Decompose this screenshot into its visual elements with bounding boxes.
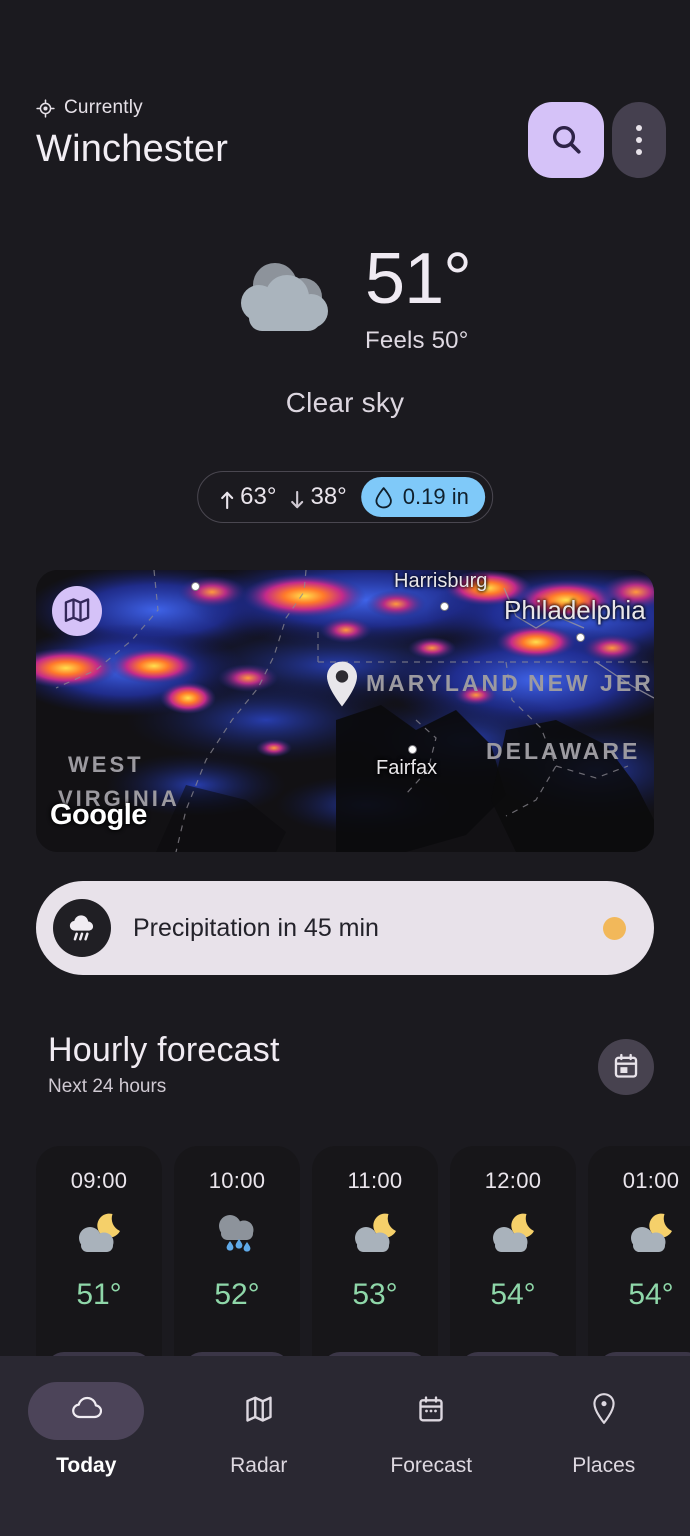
map-attribution: Google	[50, 799, 147, 831]
overflow-menu-button[interactable]	[612, 102, 666, 178]
nav-item-places[interactable]: Places	[518, 1382, 690, 1478]
map-city-dot	[576, 633, 585, 642]
rain-cloud-icon	[206, 1210, 268, 1258]
low-temperature: 38°	[290, 483, 347, 511]
precipitation-chip[interactable]: 0.19 in	[360, 477, 485, 517]
feels-like-temperature: Feels 50°	[365, 327, 469, 354]
hourly-card[interactable]: 01:00 54°	[588, 1146, 690, 1386]
precipitation-amount: 0.19 in	[402, 484, 469, 509]
search-icon	[549, 122, 583, 159]
location-pin-icon	[591, 1392, 617, 1431]
nav-item-radar[interactable]: Radar	[173, 1382, 346, 1478]
hourly-temperature: 52°	[214, 1278, 260, 1311]
hourly-card[interactable]: 11:00 53°	[312, 1146, 438, 1386]
hourly-time: 11:00	[347, 1168, 403, 1193]
calendar-button[interactable]	[598, 1039, 654, 1095]
precipitation-alert-banner[interactable]: Precipitation in 45 min	[36, 881, 654, 975]
current-temp-row: 51° Feels 50°	[0, 243, 690, 355]
map-city-dot	[440, 602, 449, 611]
search-button[interactable]	[528, 102, 604, 178]
map-label-delaware: DELAWARE	[486, 738, 641, 764]
nav-pill-today	[28, 1382, 145, 1440]
nav-item-forecast[interactable]: Forecast	[345, 1382, 518, 1478]
hourly-temperature: 54°	[490, 1278, 536, 1311]
bottom-navigation: Today Radar Forecast Places	[0, 1356, 690, 1536]
map-city-fairfax: Fairfax	[376, 757, 438, 779]
hourly-card[interactable]: 09:00 51°	[36, 1146, 162, 1386]
radar-map-card[interactable]: WEST VIRGINIA MARYLAND NEW JERS DELAWARE…	[36, 570, 654, 852]
app-header: Currently Winchester	[36, 96, 666, 196]
nav-pill-forecast	[373, 1382, 489, 1440]
hourly-time: 12:00	[484, 1168, 542, 1193]
header-actions	[528, 102, 666, 178]
calendar-icon	[416, 1394, 446, 1429]
location-pin-icon	[325, 660, 359, 713]
hourly-forecast-header: Hourly forecast Next 24 hours	[48, 1031, 654, 1123]
map-layers-icon	[63, 596, 91, 627]
hourly-temperature: 54°	[628, 1278, 674, 1311]
nav-label-places: Places	[572, 1454, 636, 1477]
current-status-label: Currently	[64, 97, 143, 118]
weather-app-screen: Currently Winchester 51° Feels 50° Clear…	[0, 0, 690, 1536]
map-city-dot	[191, 582, 200, 591]
hourly-card[interactable]: 10:00 52°	[174, 1146, 300, 1386]
moon-cloud-icon	[344, 1210, 406, 1258]
high-temperature-value: 63°	[240, 483, 277, 510]
map-icon	[244, 1394, 274, 1429]
nav-item-today[interactable]: Today	[0, 1382, 173, 1478]
current-conditions: 51° Feels 50° Clear sky	[0, 243, 690, 419]
cloud-icon	[70, 1393, 103, 1430]
calendar-icon	[612, 1052, 640, 1083]
hourly-temperature: 51°	[76, 1278, 122, 1311]
hourly-forecast-subtitle: Next 24 hours	[48, 1076, 167, 1097]
precipitation-status-indicator	[603, 916, 626, 940]
nav-label-today: Today	[56, 1454, 117, 1477]
hourly-time: 10:00	[208, 1168, 266, 1193]
cloud-icon	[219, 251, 349, 347]
hourly-time: 09:00	[70, 1168, 128, 1193]
nav-label-radar: Radar	[230, 1454, 288, 1477]
moon-cloud-icon	[482, 1210, 544, 1258]
high-low-precip-pill: 63° 38° 0.19 in	[197, 471, 493, 523]
high-temperature: 63°	[220, 483, 276, 511]
hourly-card[interactable]: 12:00 54°	[450, 1146, 576, 1386]
moon-cloud-icon	[620, 1210, 682, 1258]
more-vertical-icon	[636, 125, 642, 131]
map-layers-button[interactable]	[52, 586, 102, 636]
map-label-new-jersey: NEW JERS	[528, 670, 654, 696]
arrow-down-icon	[290, 488, 304, 509]
hourly-forecast-list[interactable]: 09:00 51° 10:00 52° 11:00 53° 12:00 54° …	[36, 1146, 690, 1386]
hourly-temperature: 53°	[352, 1278, 398, 1311]
temperature-block: 51° Feels 50°	[365, 239, 472, 355]
hourly-time: 01:00	[622, 1168, 680, 1193]
more-vertical-icon-dot	[636, 137, 642, 143]
my-location-icon	[36, 98, 55, 118]
moon-cloud-icon	[68, 1210, 130, 1258]
low-temperature-value: 38°	[310, 483, 347, 510]
rain-cloud-icon	[53, 899, 111, 957]
nav-label-forecast: Forecast	[390, 1454, 473, 1477]
weather-condition-text: Clear sky	[285, 387, 405, 418]
more-vertical-icon-dot	[636, 149, 642, 155]
hourly-forecast-title: Hourly forecast	[48, 1031, 280, 1069]
current-temperature: 51°	[365, 239, 472, 319]
map-label-west: WEST	[68, 752, 144, 777]
arrow-up-icon	[220, 488, 234, 510]
map-city-philadelphia: Philadelphia	[504, 595, 646, 625]
water-drop-icon	[373, 486, 394, 509]
nav-pill-places	[546, 1382, 662, 1440]
map-city-dot	[408, 745, 417, 754]
map-label-maryland: MARYLAND	[366, 670, 521, 696]
nav-pill-radar	[201, 1382, 317, 1440]
precipitation-alert-text: Precipitation in 45 min	[133, 913, 379, 942]
map-city-harrisburg: Harrisburg	[394, 570, 488, 592]
